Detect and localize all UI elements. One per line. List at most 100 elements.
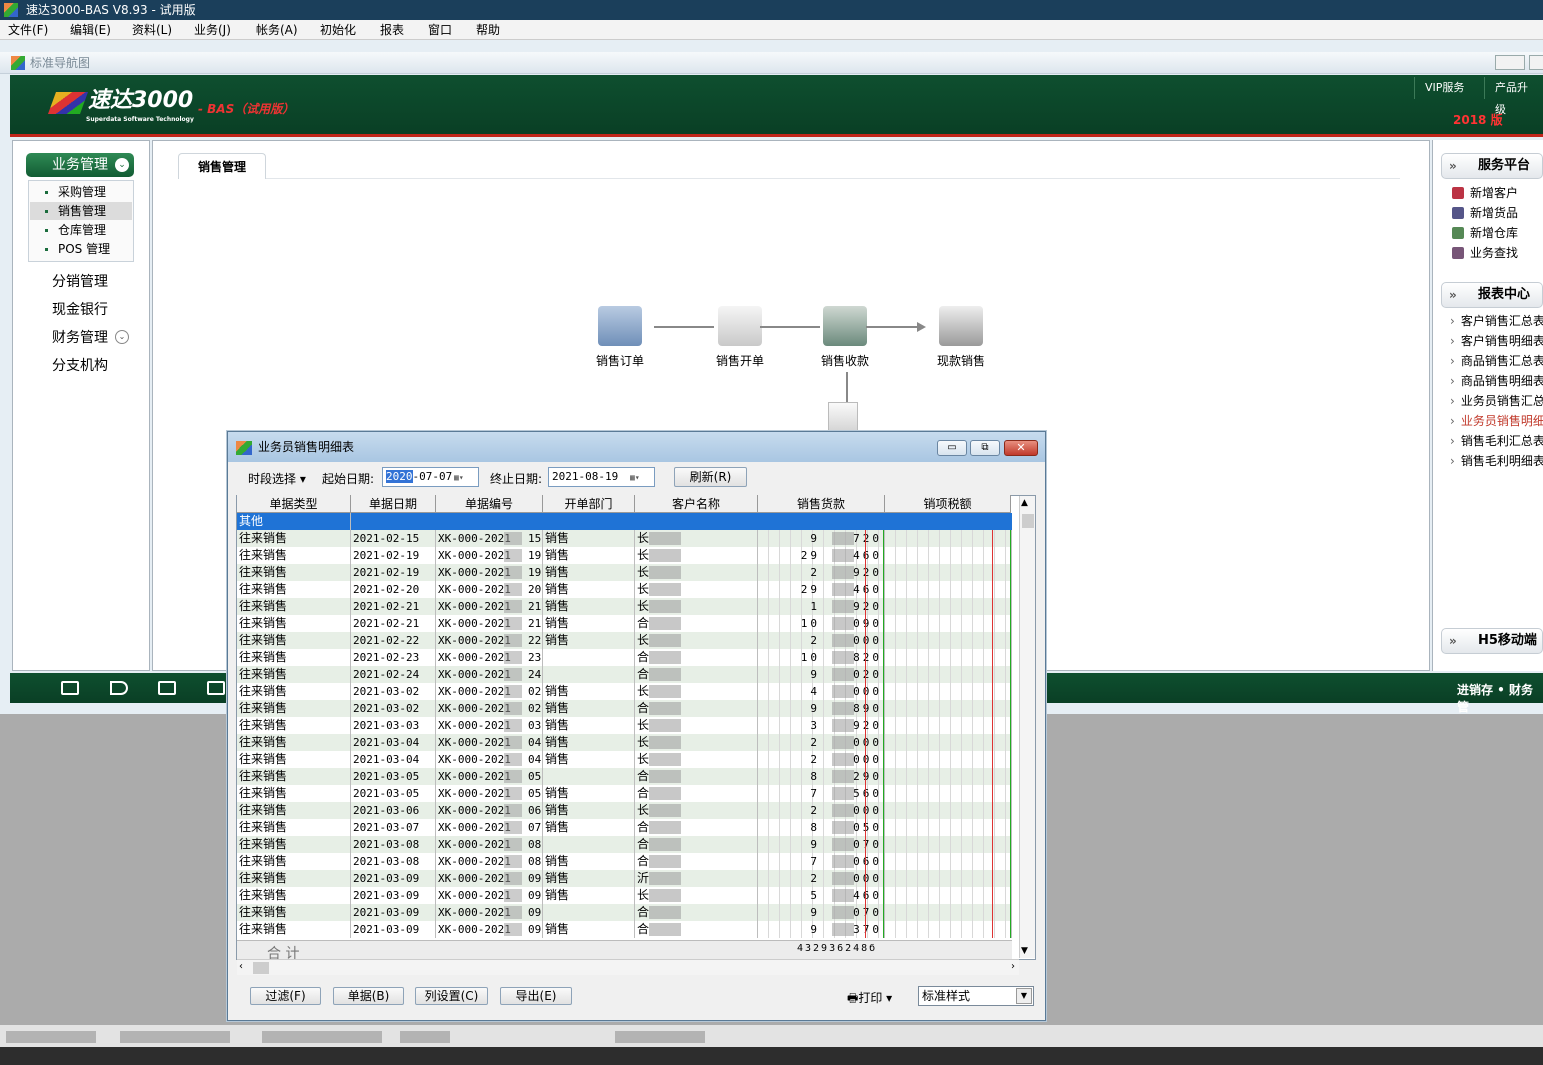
table-row[interactable]: 往来销售 2021-03-02 XK-000-2021 02 销售长 4 000 bbox=[237, 683, 1012, 700]
print-style-select[interactable]: 标准样式 ▼ bbox=[918, 986, 1034, 1006]
speaker-icon[interactable] bbox=[110, 681, 128, 695]
table-row[interactable]: 往来销售 2021-03-08 XK-000-2021 08 合 9 070 bbox=[237, 836, 1012, 853]
table-row[interactable]: 往来销售 2021-03-05 XK-000-2021 05 销售合 7 560 bbox=[237, 785, 1012, 802]
menu-reports[interactable]: 报表 bbox=[380, 22, 404, 38]
table-row[interactable]: 往来销售 2021-02-21 XK-000-2021 21 销售合 10 090 bbox=[237, 615, 1012, 632]
book-icon[interactable] bbox=[158, 681, 176, 695]
report-link[interactable]: › 商品销售汇总表 bbox=[1450, 353, 1543, 369]
tab-sales-management[interactable]: 销售管理 bbox=[178, 153, 266, 179]
vertical-scrollbar[interactable]: ▲ ▼ bbox=[1019, 496, 1035, 958]
minimize-button[interactable] bbox=[1495, 55, 1525, 70]
scroll-down-icon[interactable]: ▼ bbox=[1021, 946, 1028, 956]
report-center-header[interactable]: » 报表中心 bbox=[1441, 282, 1543, 308]
export-button[interactable]: 导出(E) bbox=[500, 987, 572, 1005]
col-header-date[interactable]: 单据日期 bbox=[351, 495, 436, 513]
table-row[interactable]: 往来销售 2021-02-22 XK-000-2021 22 销售长 2 000 bbox=[237, 632, 1012, 649]
menu-data[interactable]: 资料(L) bbox=[132, 22, 172, 38]
table-row[interactable]: 往来销售 2021-03-06 XK-000-2021 06 销售长 2 000 bbox=[237, 802, 1012, 819]
col-header-number[interactable]: 单据编号 bbox=[436, 495, 543, 513]
table-row[interactable]: 往来销售 2021-03-04 XK-000-2021 04 销售长 2 000 bbox=[237, 751, 1012, 768]
scroll-left-icon[interactable]: ‹ bbox=[239, 961, 243, 972]
scroll-right-icon[interactable]: › bbox=[1011, 961, 1015, 972]
chevron-down-icon[interactable]: ⌄ bbox=[115, 330, 129, 344]
chevron-down-icon[interactable]: ⌄ bbox=[115, 158, 129, 172]
table-row[interactable]: 往来销售 2021-02-23 XK-000-2021 23 合 10 820 bbox=[237, 649, 1012, 666]
new-warehouse-link[interactable]: 新增仓库 bbox=[1452, 225, 1518, 241]
mail-icon[interactable] bbox=[61, 681, 79, 695]
sidebar-item-finance[interactable]: 财务管理 bbox=[52, 329, 108, 347]
table-row[interactable]: 往来销售 2021-02-19 XK-000-2021 19 销售长 29 460 bbox=[237, 547, 1012, 564]
menu-help[interactable]: 帮助 bbox=[476, 22, 500, 38]
document-icon[interactable] bbox=[828, 402, 858, 432]
flow-sales-invoice[interactable]: 销售开单 bbox=[695, 306, 785, 369]
menu-edit[interactable]: 编辑(E) bbox=[70, 22, 111, 38]
refresh-button[interactable]: 刷新(R) bbox=[674, 467, 747, 487]
sidebar-item-branch[interactable]: 分支机构 bbox=[52, 357, 108, 375]
col-header-type[interactable]: 单据类型 bbox=[237, 495, 351, 513]
table-row[interactable]: 往来销售 2021-03-07 XK-000-2021 07 销售合 8 050 bbox=[237, 819, 1012, 836]
table-row[interactable]: 其他 bbox=[237, 513, 1012, 530]
col-header-sales-amount[interactable]: 销售货款 bbox=[758, 495, 885, 513]
report-link[interactable]: › 客户销售明细表 bbox=[1450, 333, 1543, 349]
dialog-maximize-button[interactable]: ⧉ bbox=[970, 440, 1000, 456]
voucher-button[interactable]: 单据(B) bbox=[333, 987, 404, 1005]
sidebar-item-warehouse[interactable]: 仓库管理 bbox=[30, 221, 132, 239]
report-link[interactable]: › 客户销售汇总表 bbox=[1450, 313, 1543, 329]
period-select[interactable]: 时段选择 ▾ bbox=[248, 470, 306, 487]
new-goods-link[interactable]: 新增货品 bbox=[1452, 205, 1518, 221]
table-row[interactable]: 往来销售 2021-03-02 XK-000-2021 02 销售合 9 890 bbox=[237, 700, 1012, 717]
report-link[interactable]: › 销售毛利明细表 bbox=[1450, 453, 1543, 469]
report-link[interactable]: › 商品销售明细表 bbox=[1450, 373, 1543, 389]
menu-window[interactable]: 窗口 bbox=[428, 22, 452, 38]
business-search-link[interactable]: 业务查找 bbox=[1452, 245, 1518, 261]
table-row[interactable]: 往来销售 2021-02-15 XK-000-2021 15 销售长 9 720 bbox=[237, 530, 1012, 547]
sidebar-item-purchase[interactable]: 采购管理 bbox=[30, 183, 132, 201]
calendar-dropdown-icon[interactable]: ▦▾ bbox=[630, 469, 652, 487]
scroll-thumb[interactable] bbox=[253, 962, 269, 974]
sidebar-item-pos[interactable]: POS 管理 bbox=[30, 240, 132, 258]
report-link[interactable]: ›业务员销售汇总表 bbox=[1450, 393, 1543, 409]
scroll-thumb[interactable] bbox=[1022, 514, 1034, 528]
sidebar-item-cash-bank[interactable]: 现金银行 bbox=[52, 301, 108, 319]
menu-init[interactable]: 初始化 bbox=[320, 22, 356, 38]
flow-sales-collection[interactable]: 销售收款 bbox=[800, 306, 890, 369]
sidebar-item-sales[interactable]: 销售管理 bbox=[30, 202, 132, 220]
print-button[interactable]: 🖶打印 ▾ bbox=[847, 989, 892, 1010]
product-upgrade-link[interactable]: 产品升级 bbox=[1484, 77, 1543, 116]
dialog-close-button[interactable]: ✕ bbox=[1004, 440, 1038, 456]
table-row[interactable]: 往来销售 2021-02-21 XK-000-2021 21 销售长 1 920 bbox=[237, 598, 1012, 615]
menu-business[interactable]: 业务(J) bbox=[194, 22, 231, 38]
table-row[interactable]: 往来销售 2021-03-05 XK-000-2021 05 合 8 290 bbox=[237, 768, 1012, 785]
menu-accounts[interactable]: 帐务(A) bbox=[256, 22, 298, 38]
report-link[interactable]: › 销售毛利汇总表 bbox=[1450, 433, 1543, 449]
menu-file[interactable]: 文件(F) bbox=[8, 22, 48, 38]
col-header-output-tax[interactable]: 销项税额 bbox=[885, 495, 1011, 513]
calculator-icon[interactable] bbox=[207, 681, 225, 695]
table-row[interactable]: 往来销售 2021-03-09 XK-000-2021 09 销售沂 2 000 bbox=[237, 870, 1012, 887]
vip-service-link[interactable]: VIP服务 bbox=[1414, 77, 1474, 99]
dropdown-arrow-icon[interactable]: ▼ bbox=[1016, 988, 1032, 1004]
table-row[interactable]: 往来销售 2021-03-04 XK-000-2021 04 销售长 2 000 bbox=[237, 734, 1012, 751]
new-customer-link[interactable]: 新增客户 bbox=[1452, 185, 1518, 201]
sidebar-item-distribution[interactable]: 分销管理 bbox=[52, 273, 108, 291]
service-platform-header[interactable]: » 服务平台 bbox=[1441, 153, 1543, 179]
report-link-active[interactable]: ›业务员销售明细表 bbox=[1450, 413, 1543, 429]
filter-button[interactable]: 过滤(F) bbox=[250, 987, 321, 1005]
end-date-input[interactable]: 2021-08-19 ▦▾ bbox=[548, 467, 655, 487]
table-row[interactable]: 往来销售 2021-02-20 XK-000-2021 20 销售长 29 460 bbox=[237, 581, 1012, 598]
flow-cash-sales[interactable]: 现款销售 bbox=[916, 306, 1006, 369]
column-settings-button[interactable]: 列设置(C) bbox=[415, 987, 488, 1005]
dialog-minimize-button[interactable]: ▭ bbox=[937, 440, 967, 456]
flow-sales-order[interactable]: 销售订单 bbox=[575, 306, 665, 369]
restore-button[interactable] bbox=[1529, 55, 1543, 70]
horizontal-scrollbar[interactable]: ‹ › bbox=[237, 959, 1019, 975]
table-row[interactable]: 往来销售 2021-03-09 XK-000-2021 09 销售长 5 460 bbox=[237, 887, 1012, 904]
scroll-up-icon[interactable]: ▲ bbox=[1021, 498, 1028, 508]
col-header-dept[interactable]: 开单部门 bbox=[543, 495, 635, 513]
table-row[interactable]: 往来销售 2021-03-03 XK-000-2021 03 销售长 3 920 bbox=[237, 717, 1012, 734]
calendar-dropdown-icon[interactable]: ▦▾ bbox=[454, 469, 476, 487]
table-row[interactable]: 往来销售 2021-03-09 XK-000-2021 09 合 9 070 bbox=[237, 904, 1012, 921]
start-date-input[interactable]: 2020-07-07 ▦▾ bbox=[382, 467, 479, 487]
h5-mobile-header[interactable]: » H5移动端 bbox=[1441, 628, 1543, 654]
table-row[interactable]: 往来销售 2021-02-19 XK-000-2021 19 销售长 2 920 bbox=[237, 564, 1012, 581]
